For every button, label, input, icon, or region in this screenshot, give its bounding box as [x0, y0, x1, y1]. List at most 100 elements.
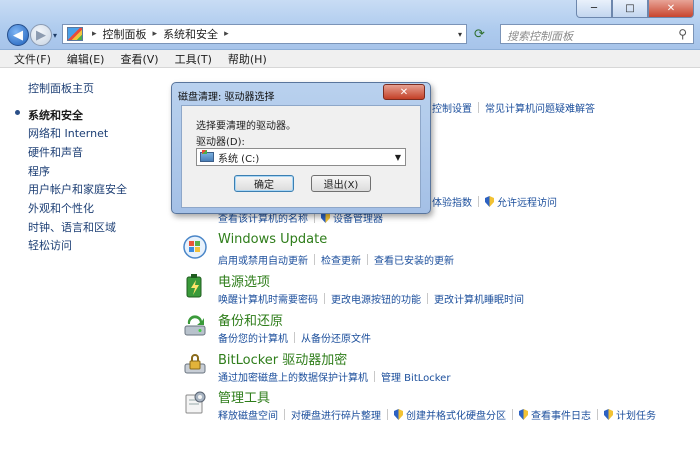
dialog-close-button[interactable]: ✕ [383, 84, 425, 100]
breadcrumb-system-security[interactable]: 系统和安全 [163, 26, 218, 42]
category-links: 启用或禁用自动更新 检查更新 查看已安装的更新 [218, 252, 454, 267]
category-links: 通过加密磁盘上的数据保护计算机 管理 BitLocker [218, 369, 450, 384]
link-troubleshoot[interactable]: 常见计算机问题疑难解答 [485, 100, 595, 115]
menu-tools[interactable]: 工具(T) [167, 51, 220, 67]
drive-icon [200, 150, 214, 162]
link-separator [314, 254, 315, 265]
link-manage-bitlocker[interactable]: 管理 BitLocker [381, 369, 450, 384]
link-format-partition[interactable]: 创建并格式化硬盘分区 [406, 407, 506, 422]
refresh-icon[interactable]: ⟳ [474, 27, 485, 42]
address-separator[interactable]: ▸ [153, 29, 158, 39]
category-windows-update: Windows Update 启用或禁用自动更新 检查更新 查看已安装的更新 [182, 232, 700, 272]
partial-links-row2: 体验指数 允许远程访问 [432, 194, 557, 209]
sidebar-item-hardware-sound[interactable]: 硬件和声音 [28, 144, 83, 160]
link-restore-files[interactable]: 从备份还原文件 [301, 330, 371, 345]
category-links: 释放磁盘空间 对硬盘进行碎片整理 创建并格式化硬盘分区 查看事件日志 计划任务 [218, 407, 656, 422]
partial-links-row1: 控制设置 常见计算机问题疑难解答 [432, 100, 595, 115]
recent-pages-dropdown[interactable]: ▾ [53, 31, 57, 40]
minimize-button[interactable]: ─ [576, 0, 612, 18]
sidebar-item-clock-region[interactable]: 时钟、语言和区域 [28, 219, 116, 235]
link-disk-cleanup[interactable]: 释放磁盘空间 [218, 407, 278, 422]
sidebar-item-appearance[interactable]: 外观和个性化 [28, 200, 94, 216]
link-experience-index[interactable]: 体验指数 [432, 194, 472, 209]
link-separator [597, 409, 598, 420]
sidebar-item-programs[interactable]: 程序 [28, 163, 50, 179]
control-panel-icon [67, 27, 83, 41]
link-sleep-time[interactable]: 更改计算机睡眠时间 [434, 291, 524, 306]
link-separator [284, 409, 285, 420]
link-separator [374, 371, 375, 382]
drive-select[interactable]: 系统 (C:) ▼ [196, 148, 406, 166]
drive-label: 驱动器(D): [196, 137, 245, 148]
uac-shield-icon [485, 196, 494, 207]
category-bitlocker: BitLocker 驱动器加密 通过加密磁盘上的数据保护计算机 管理 BitLo… [182, 349, 700, 389]
sidebar-item-network[interactable]: 网络和 Internet [28, 125, 108, 141]
address-bar[interactable]: ▸ 控制面板 ▸ 系统和安全 ▸ ▾ [62, 24, 467, 44]
forward-button[interactable]: ▶ [30, 24, 52, 46]
address-separator[interactable]: ▸ [224, 29, 229, 39]
menu-edit[interactable]: 编辑(E) [59, 51, 113, 67]
link-toggle-auto-update[interactable]: 启用或禁用自动更新 [218, 252, 308, 267]
sidebar-item-system-security[interactable]: 系统和安全 [28, 107, 83, 123]
address-separator[interactable]: ▸ [92, 29, 97, 39]
link-remote-access[interactable]: 允许远程访问 [497, 194, 557, 209]
link-separator [512, 409, 513, 420]
uac-shield-icon [604, 409, 613, 420]
link-control-settings[interactable]: 控制设置 [432, 100, 472, 115]
menu-help[interactable]: 帮助(H) [220, 51, 275, 67]
dialog-title: 磁盘清理: 驱动器选择 [178, 92, 275, 103]
link-defragment[interactable]: 对硬盘进行碎片整理 [291, 407, 381, 422]
search-placeholder: 搜索控制面板 [507, 30, 573, 43]
link-encrypt-data[interactable]: 通过加密磁盘上的数据保护计算机 [218, 369, 368, 384]
category-admin-tools: 管理工具 释放磁盘空间 对硬盘进行碎片整理 创建并格式化硬盘分区 查看事件日志 … [182, 387, 700, 427]
link-separator [294, 332, 295, 343]
close-button[interactable]: ✕ [648, 0, 694, 18]
link-separator [478, 102, 479, 113]
link-backup-computer[interactable]: 备份您的计算机 [218, 330, 288, 345]
category-links: 备份您的计算机 从备份还原文件 [218, 330, 371, 345]
link-event-log[interactable]: 查看事件日志 [531, 407, 591, 422]
sidebar-item-user-accounts[interactable]: 用户帐户和家庭安全 [28, 181, 127, 197]
link-separator [324, 293, 325, 304]
link-separator [387, 409, 388, 420]
uac-shield-icon [394, 409, 403, 420]
back-button[interactable]: ◀ [7, 24, 29, 46]
backup-restore-icon [184, 315, 206, 336]
sidebar: 控制面板主页 系统和安全 网络和 Internet 硬件和声音 程序 用户帐户和… [0, 68, 168, 465]
exit-button[interactable]: 退出(X) [311, 175, 371, 192]
bitlocker-drive-icon [184, 354, 206, 374]
category-backup-restore: 备份和还原 备份您的计算机 从备份还原文件 [182, 310, 700, 350]
link-check-updates[interactable]: 检查更新 [321, 252, 361, 267]
category-links: 唤醒计算机时需要密码 更改电源按钮的功能 更改计算机睡眠时间 [218, 291, 524, 306]
search-input[interactable]: 搜索控制面板 ⚲ [500, 24, 694, 44]
dialog-prompt: 选择要清理的驱动器。 [196, 121, 296, 132]
selected-drive: 系统 (C:) [218, 153, 260, 165]
windows-update-icon [183, 235, 207, 259]
category-title[interactable]: 电源选项 [218, 271, 270, 290]
breadcrumb-control-panel[interactable]: 控制面板 [103, 26, 147, 42]
sidebar-item-ease-of-access[interactable]: 轻松访问 [28, 237, 72, 253]
sidebar-item-home[interactable]: 控制面板主页 [28, 80, 94, 96]
link-installed-updates[interactable]: 查看已安装的更新 [374, 252, 454, 267]
search-icon[interactable]: ⚲ [678, 27, 687, 41]
category-title[interactable]: Windows Update [218, 232, 327, 247]
category-power-options: 电源选项 唤醒计算机时需要密码 更改电源按钮的功能 更改计算机睡眠时间 [182, 271, 700, 311]
address-dropdown-icon[interactable]: ▾ [458, 30, 462, 39]
link-wake-password[interactable]: 唤醒计算机时需要密码 [218, 291, 318, 306]
link-task-scheduler[interactable]: 计划任务 [616, 407, 656, 422]
window-titlebar: ─ □ ✕ ◀ ▶ ▾ ▸ 控制面板 ▸ 系统和安全 ▸ ▾ ⟳ 搜索控制面板 … [0, 0, 700, 50]
ok-button[interactable]: 确定 [234, 175, 294, 192]
maximize-button[interactable]: □ [612, 0, 648, 18]
category-title[interactable]: 管理工具 [218, 387, 270, 406]
category-title[interactable]: 备份和还原 [218, 310, 283, 329]
link-separator [367, 254, 368, 265]
uac-shield-icon [519, 409, 528, 420]
link-separator [478, 196, 479, 207]
admin-tools-icon [185, 391, 206, 414]
menu-view[interactable]: 查看(V) [112, 51, 166, 67]
menu-bar: 文件(F) 编辑(E) 查看(V) 工具(T) 帮助(H) [0, 50, 700, 68]
category-title[interactable]: BitLocker 驱动器加密 [218, 349, 347, 368]
link-power-button[interactable]: 更改电源按钮的功能 [331, 291, 421, 306]
chevron-down-icon[interactable]: ▼ [395, 153, 401, 162]
menu-file[interactable]: 文件(F) [6, 51, 59, 67]
